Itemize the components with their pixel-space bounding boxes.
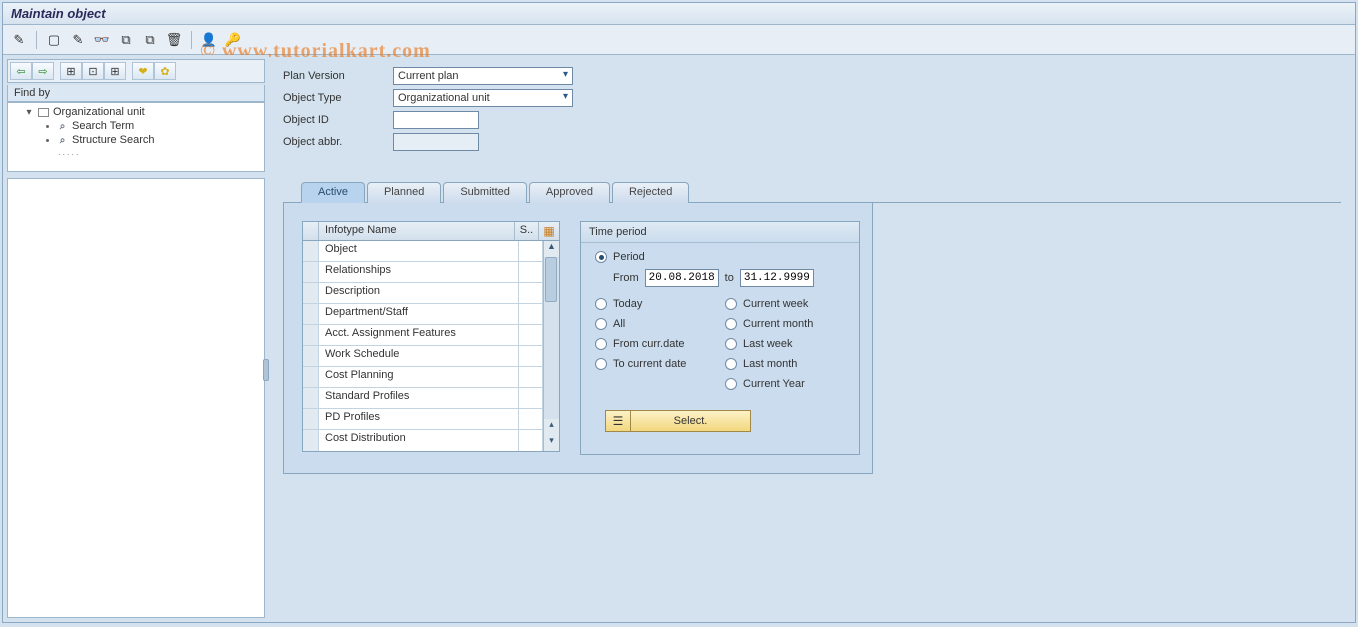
table-row[interactable]: Department/Staff [303,304,543,325]
page-title: Maintain object [3,3,1355,25]
table-row[interactable]: Standard Profiles [303,388,543,409]
copy-icon[interactable]: ⧉ [116,30,136,50]
sidebar: ⇦ ⇨ ⊞ ⊡ ⊞ ❤ ✿ Find by ▾ Organizatio [3,55,269,622]
radio-curr-month[interactable] [725,318,737,330]
object-id-label: Object ID [283,114,393,126]
tree-item-structure-search[interactable]: ⌕ Structure Search [10,133,262,147]
edit-icon[interactable]: ✎ [68,30,88,50]
tab-planned[interactable]: Planned [367,182,441,203]
scroll-up-small-icon[interactable]: ▴ [544,419,559,435]
folder-icon [38,108,49,117]
delete-icon[interactable]: 🗑 [164,30,184,50]
tab-rejected[interactable]: Rejected [612,182,689,203]
object-type-label: Object Type [283,92,393,104]
wand-icon[interactable]: ✎ [9,30,29,50]
plan-version-select[interactable]: Current plan [393,67,573,85]
findby-header: Find by [7,85,265,102]
radio-period[interactable] [595,251,607,263]
status-col-header[interactable]: S.. [515,222,539,240]
config-col-icon[interactable]: ▦ [539,222,559,240]
radio-last-month[interactable] [725,358,737,370]
to-label: to [725,272,734,284]
select-icon[interactable]: ☰ [605,410,631,432]
app-toolbar: ✎ ▢ ✎ 👓 ⧉ ⧉ 🗑 👤 🔑 [3,25,1355,55]
tree-item-search-term[interactable]: ⌕ Search Term [10,119,262,133]
glasses-icon[interactable]: 👓 [92,30,112,50]
tree-root-org-unit[interactable]: ▾ Organizational unit [10,105,262,119]
sidebar-result-area [7,178,265,618]
tree-label: Search Term [72,120,134,132]
radio-to-curr[interactable] [595,358,607,370]
tree-icon-1[interactable]: ⊞ [60,62,82,80]
object-id-input[interactable] [393,111,479,129]
from-date-input[interactable] [645,269,719,287]
object-abbr-label: Object abbr. [283,136,393,148]
tabstrip: Active Planned Submitted Approved Reject… [283,181,1341,203]
infotype-name-header[interactable]: Infotype Name [319,222,515,240]
tab-approved[interactable]: Approved [529,182,610,203]
time-period-title: Time period [581,222,859,243]
infotype-table: Infotype Name S.. ▦ Object Relationships… [302,221,560,452]
time-period-group: Time period Period From to [580,221,860,455]
plan-version-label: Plan Version [283,70,393,82]
table-row[interactable]: Description [303,283,543,304]
key-icon[interactable]: 🔑 [223,30,243,50]
table-row[interactable]: Work Schedule [303,346,543,367]
binocular-icon: ⌕ [57,135,68,146]
table-row[interactable]: Object [303,241,543,262]
radio-all[interactable] [595,318,607,330]
radio-last-week[interactable] [725,338,737,350]
from-label: From [613,272,639,284]
radio-curr-week[interactable] [725,298,737,310]
tree-icon-3[interactable]: ⊞ [104,62,126,80]
sidebar-toolbar: ⇦ ⇨ ⊞ ⊡ ⊞ ❤ ✿ [7,59,265,83]
object-type-select[interactable]: Organizational unit [393,89,573,107]
add-favorite-icon[interactable]: ✿ [154,62,176,80]
scroll-down-icon[interactable]: ▾ [544,435,559,451]
tree-label: Organizational unit [53,106,145,118]
period-label: Period [613,251,645,263]
infotype-scrollbar[interactable]: ▲ ▴ ▾ [543,241,559,451]
to-date-input[interactable] [740,269,814,287]
tree-area: ▾ Organizational unit ⌕ Search Term ⌕ St… [7,102,265,172]
object-abbr-input [393,133,479,151]
table-row[interactable]: PD Profiles [303,409,543,430]
splitter-handle[interactable] [263,359,269,381]
nav-back-icon[interactable]: ⇦ [10,62,32,80]
collapse-icon[interactable]: ▾ [24,107,34,118]
person-icon[interactable]: 👤 [199,30,219,50]
table-row[interactable]: Cost Planning [303,367,543,388]
selector-col-header [303,222,319,240]
tab-body: Infotype Name S.. ▦ Object Relationships… [283,203,873,474]
table-row[interactable]: Acct. Assignment Features [303,325,543,346]
radio-today[interactable] [595,298,607,310]
tree-icon-2[interactable]: ⊡ [82,62,104,80]
tree-label: Structure Search [72,134,155,146]
tab-active[interactable]: Active [301,182,365,203]
radio-from-curr[interactable] [595,338,607,350]
nav-forward-icon[interactable]: ⇨ [32,62,54,80]
tree-more: ..... [10,147,262,157]
table-row[interactable]: Relationships [303,262,543,283]
delimit-icon[interactable]: ⧉ [140,30,160,50]
select-button[interactable]: Select. [631,410,751,432]
tab-submitted[interactable]: Submitted [443,182,527,203]
binocular-icon: ⌕ [57,121,68,132]
favorite-icon[interactable]: ❤ [132,62,154,80]
infotype-rows: Object Relationships Description Departm… [303,241,543,451]
new-icon[interactable]: ▢ [44,30,64,50]
scroll-up-icon[interactable]: ▲ [544,241,559,257]
content-area: Plan Version Current plan Object Type Or… [269,55,1355,622]
radio-curr-year[interactable] [725,378,737,390]
table-row[interactable]: Cost Distribution [303,430,543,451]
